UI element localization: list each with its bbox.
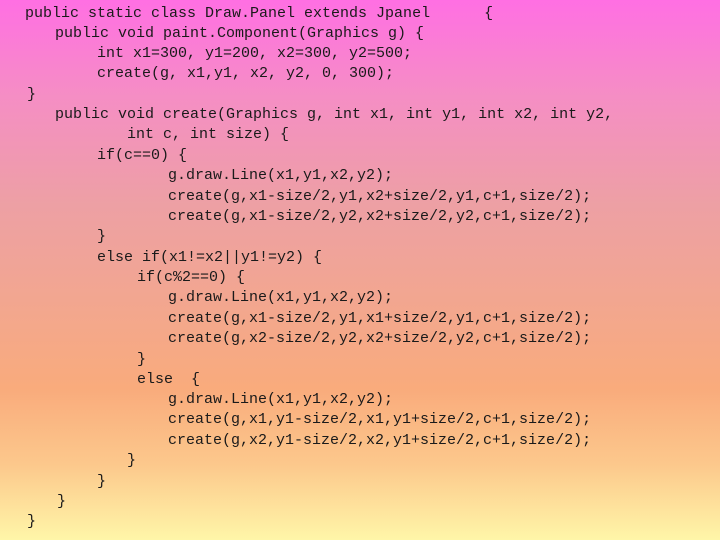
code-line-create-signature-cont: int c, int size) { <box>127 126 290 143</box>
code-line-paint-component: public void paint.Component(Graphics g) … <box>55 25 425 42</box>
code-line-draw-line: g.draw.Line(x1,y1,x2,y2); <box>168 391 394 408</box>
code-line-else-if: else if(x1!=x2||y1!=y2) { <box>97 249 323 266</box>
code-line-create-call: create(g,x1-size/2,y1,x1+size/2,y1,c+1,s… <box>168 310 592 327</box>
code-line-close-brace: } <box>27 86 37 103</box>
code-line-create-call: create(g,x1,y1-size/2,x1,y1+size/2,c+1,s… <box>168 411 592 428</box>
code-line-else: else { <box>137 371 201 388</box>
code-line-create-call: create(g,x1-size/2,y2,x2+size/2,y2,c+1,s… <box>168 208 592 225</box>
code-line-if-c-zero: if(c==0) { <box>97 147 188 164</box>
code-line-draw-line: g.draw.Line(x1,y1,x2,y2); <box>168 289 394 306</box>
code-line-initial-create-call: create(g, x1,y1, x2, y2, 0, 300); <box>97 65 395 82</box>
code-line-close-brace: } <box>97 228 107 245</box>
code-line-create-signature: public void create(Graphics g, int x1, i… <box>55 106 614 123</box>
code-line-class-declaration: public static class Draw.Panel extends J… <box>25 5 494 22</box>
code-line-create-call: create(g,x2-size/2,y2,x2+size/2,y2,c+1,s… <box>168 330 592 347</box>
code-line-close-brace: } <box>27 513 37 530</box>
code-line-if-c-even: if(c%2==0) { <box>137 269 246 286</box>
code-line-create-call: create(g,x1-size/2,y1,x2+size/2,y1,c+1,s… <box>168 188 592 205</box>
code-slide: public static class Draw.Panel extends J… <box>0 0 720 540</box>
code-line-close-brace: } <box>127 452 137 469</box>
code-line-create-call: create(g,x2,y1-size/2,x2,y1+size/2,c+1,s… <box>168 432 592 449</box>
code-line-close-brace: } <box>97 473 107 490</box>
code-line-close-brace: } <box>137 351 147 368</box>
code-line-variable-init: int x1=300, y1=200, x2=300, y2=500; <box>97 45 413 62</box>
code-line-close-brace: } <box>57 493 67 510</box>
code-line-draw-line: g.draw.Line(x1,y1,x2,y2); <box>168 167 394 184</box>
